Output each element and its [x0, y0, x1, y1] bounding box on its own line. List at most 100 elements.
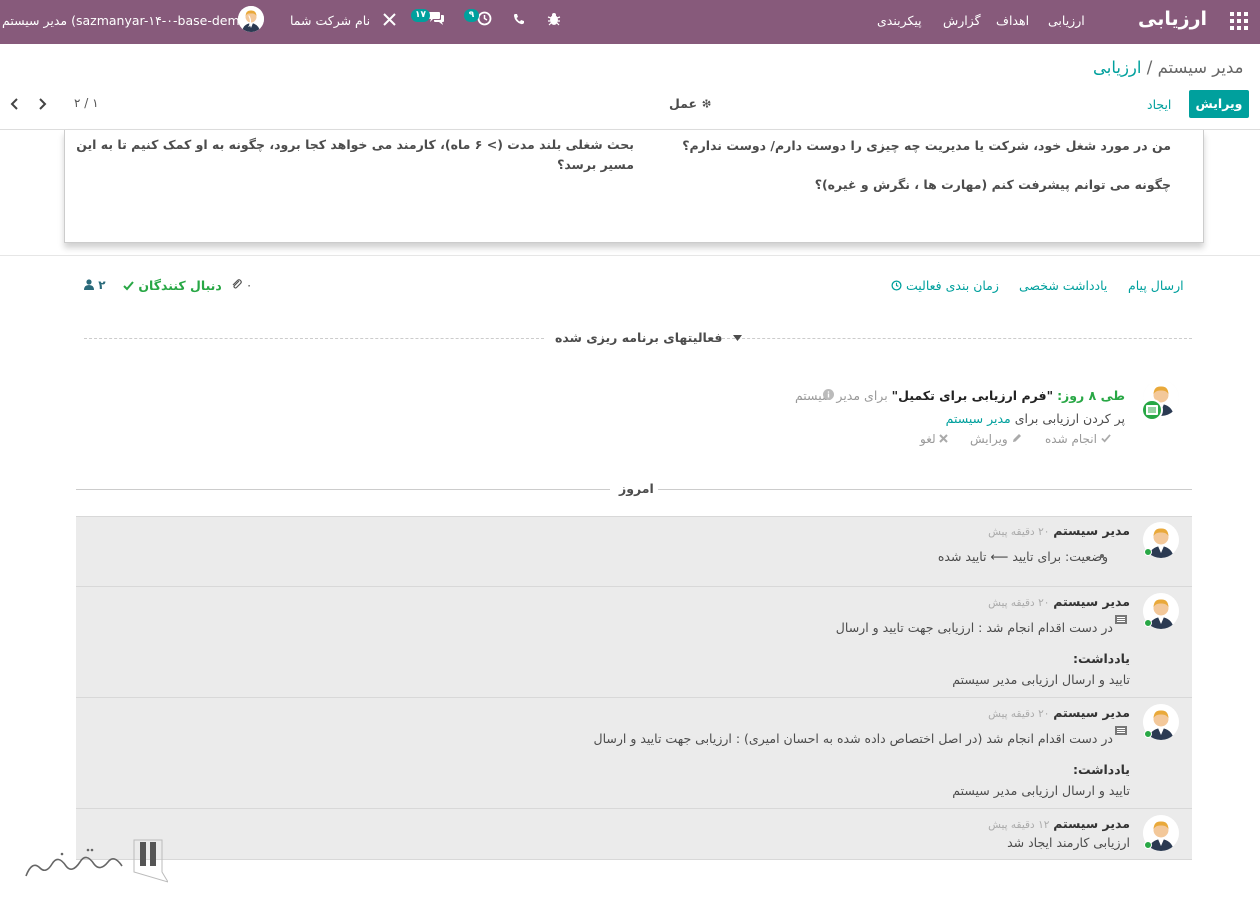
message-author[interactable]: مدیر سیستم — [1053, 523, 1130, 538]
message-date: ۱۲ دقیقه پیش — [988, 819, 1050, 831]
followers-count: ۲ — [98, 278, 106, 292]
paperclip-icon — [232, 279, 242, 289]
message-header: مدیر سیستم ۲۰ دقیقه پیش — [988, 705, 1130, 720]
activity-assignee: برای مدیر سیستم — [794, 388, 888, 403]
online-status-icon — [1144, 730, 1152, 738]
watermark-logo — [25, 839, 168, 883]
bullet-icon — [1100, 554, 1104, 558]
action-menu[interactable]: عمل — [669, 96, 712, 111]
activities-divider-right — [722, 338, 1192, 339]
message-header: مدیر سیستم ۲۰ دقیقه پیش — [988, 523, 1130, 538]
send-message-button[interactable]: ارسال پیام — [1128, 278, 1184, 293]
user-icon — [84, 279, 94, 290]
following-label: دنبال کنندگان — [138, 278, 222, 293]
activity-line: طی ۸ روز: "فرم ارزیابی برای تکمیل" برای … — [795, 388, 1125, 403]
breadcrumb-separator: / — [1146, 58, 1153, 77]
breadcrumb: مدیر سیستم / ارزیابی — [1093, 58, 1244, 77]
message-header: مدیر سیستم ۲۰ دقیقه پیش — [988, 594, 1130, 609]
action-label: عمل — [669, 96, 698, 111]
edit-button[interactable]: ویرایش — [1189, 90, 1249, 118]
chat-icon[interactable] — [428, 11, 445, 26]
message-body: ارزیابی کارمند ایجاد شد — [1007, 835, 1130, 850]
message-date: ۲۰ دقیقه پیش — [988, 526, 1050, 538]
following-button[interactable]: دنبال کنندگان — [123, 278, 222, 293]
activities-badge: ۹ — [464, 9, 479, 22]
top-navbar: ارزیابی ارزیابی اهداف گزارش پیکربندی ۹ ۱… — [0, 0, 1260, 44]
company-switcher[interactable]: نام شرکت شما — [290, 13, 370, 28]
activity-note-link[interactable]: مدیر سیستم — [946, 411, 1011, 426]
message-author[interactable]: مدیر سیستم — [1053, 816, 1130, 831]
breadcrumb-current: مدیر سیستم — [1157, 58, 1244, 77]
question-improve: چگونه می توانم پیشرفت کنم (مهارت ها ، نگ… — [814, 177, 1171, 192]
app-brand[interactable]: ارزیابی — [1138, 8, 1207, 30]
note-text: تایید و ارسال ارزیابی مدیر سیستم — [952, 672, 1130, 687]
mark-done-label: انجام شده — [1045, 432, 1097, 446]
menu-reporting[interactable]: گزارش — [943, 13, 981, 28]
schedule-activity-button[interactable]: زمان بندی فعالیت — [891, 278, 999, 293]
today-divider-left — [76, 489, 610, 490]
info-icon[interactable] — [823, 389, 834, 400]
clock-icon — [891, 280, 902, 291]
user-menu[interactable]: مدیر سیستم (sazmanyar-۱۴-۰-base-demo) — [2, 13, 252, 28]
attachments-count: ۰ — [245, 278, 253, 292]
gear-icon — [702, 99, 711, 108]
message-header: مدیر سیستم ۱۲ دقیقه پیش — [988, 816, 1130, 831]
note-label: یادداشت: — [1072, 651, 1130, 666]
question-career-line2: مسیر برسد؟ — [557, 157, 634, 172]
online-status-icon — [1144, 619, 1152, 627]
attachments-button[interactable]: ۰ — [231, 278, 252, 292]
caret-down-icon — [732, 335, 742, 341]
note-text: تایید و ارسال ارزیابی مدیر سیستم — [952, 783, 1130, 798]
activity-note: پر کردن ارزیابی برای مدیر سیستم — [946, 411, 1125, 426]
message-body: در دست اقدام انجام شد : ارزیابی جهت تایی… — [835, 620, 1113, 635]
question-likes: من در مورد شغل خود، شرکت یا مدیریت چه چی… — [682, 138, 1171, 153]
apps-menu-icon[interactable] — [1230, 12, 1248, 30]
activity-clock-icon[interactable] — [477, 11, 492, 26]
schedule-activity-label: زمان بندی فعالیت — [905, 278, 999, 293]
close-icon — [939, 434, 949, 443]
online-status-icon — [1144, 548, 1152, 556]
activity-type-badge — [1141, 399, 1163, 421]
planned-activities-label: فعالیتهای برنامه ریزی شده — [555, 330, 723, 345]
tracking-value: وضعیت: برای تایید ⟵ تایید شده — [937, 549, 1108, 564]
today-label: امروز — [619, 481, 654, 496]
log-note-button[interactable]: یادداشت شخصی — [1019, 278, 1107, 293]
menu-appraisal[interactable]: ارزیابی — [1048, 13, 1085, 28]
bug-icon[interactable] — [547, 12, 561, 26]
activities-divider-left — [84, 338, 544, 339]
switch-company-icon[interactable] — [383, 13, 396, 26]
edit-activity-button[interactable]: ویرایش — [970, 432, 1022, 446]
pager-value[interactable]: ۲ / ۱ — [74, 96, 99, 110]
edit-activity-label: ویرایش — [970, 432, 1008, 446]
breadcrumb-root[interactable]: ارزیابی — [1093, 58, 1142, 77]
phone-icon[interactable] — [513, 13, 525, 25]
today-divider-right — [658, 489, 1192, 490]
planned-activities-toggle[interactable]: فعالیتهای برنامه ریزی شده — [555, 330, 742, 345]
note-label: یادداشت: — [1072, 762, 1130, 777]
pencil-icon — [1012, 434, 1021, 442]
pager-previous-icon[interactable] — [10, 98, 20, 110]
menu-goals[interactable]: اهداف — [996, 13, 1029, 28]
message-author[interactable]: مدیر سیستم — [1053, 705, 1130, 720]
check-icon — [1101, 434, 1111, 443]
mark-done-button[interactable]: انجام شده — [1045, 432, 1111, 446]
activity-summary: "فرم ارزیابی برای تکمیل" — [891, 388, 1054, 403]
cancel-activity-button[interactable]: لغو — [920, 432, 949, 446]
menu-configuration[interactable]: پیکربندی — [877, 13, 922, 28]
cancel-activity-label: لغو — [920, 432, 936, 446]
message-author[interactable]: مدیر سیستم — [1053, 594, 1130, 609]
create-button[interactable]: ایجاد — [1147, 97, 1171, 112]
message-body: در دست اقدام انجام شد (در اصل اختصاص داد… — [593, 731, 1113, 746]
pager-next-icon[interactable] — [37, 98, 47, 110]
message-date: ۲۰ دقیقه پیش — [988, 708, 1050, 720]
sheet-bottom-divider — [0, 255, 1260, 256]
activity-due: طی ۸ روز: — [1057, 388, 1125, 403]
followers-button[interactable]: ۲ — [84, 278, 106, 292]
online-status-icon — [1144, 841, 1152, 849]
activity-type-icon — [1115, 615, 1127, 624]
list-icon — [1146, 405, 1158, 415]
check-icon — [123, 281, 134, 291]
message-date: ۲۰ دقیقه پیش — [988, 597, 1050, 609]
question-career-line1: بحث شغلی بلند مدت (> ۶ ماه)، کارمند می خ… — [76, 137, 634, 152]
activity-type-icon — [1115, 726, 1127, 735]
